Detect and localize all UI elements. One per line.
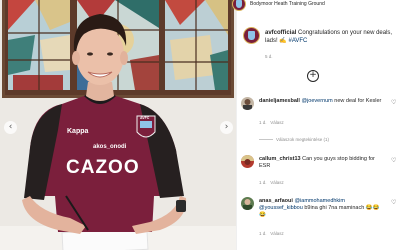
comment-username[interactable]: danieljamesball: [259, 98, 300, 104]
account-avatar[interactable]: [232, 0, 246, 11]
view-replies-text: Válaszok megtekintése (1): [276, 137, 330, 142]
caption-hashtag[interactable]: #AVFC: [288, 38, 307, 44]
comment-meta: 1 d. Válasz: [259, 120, 284, 125]
comment-mention[interactable]: @joevernum: [302, 98, 333, 104]
commenter-avatar[interactable]: [241, 97, 254, 110]
load-more-comments-icon[interactable]: +: [307, 70, 319, 82]
caption-timestamp: 5 d.: [265, 54, 273, 59]
reply-button[interactable]: Válasz: [270, 120, 284, 125]
comment-meta: 1 d. Válasz: [259, 180, 284, 185]
caption-text: avfcofficial Congratulations on your new…: [265, 29, 395, 45]
comment-username[interactable]: callum_christ13: [259, 156, 301, 162]
like-comment-heart-icon[interactable]: ♡: [391, 158, 397, 164]
player-figure: [22, 14, 187, 234]
comment-time: 1 d.: [259, 231, 267, 236]
commenter-avatar[interactable]: [241, 155, 254, 168]
comment-meta: 1 d. Válasz: [259, 231, 284, 236]
comment-mention-2[interactable]: @youssef_kibbou: [259, 205, 303, 211]
like-comment-heart-icon[interactable]: ♡: [391, 100, 397, 106]
commenter-avatar[interactable]: [241, 197, 254, 210]
reply-button[interactable]: Válasz: [270, 180, 284, 185]
comment-time: 1 d.: [259, 180, 267, 185]
post-side-panel: Bodymoor Heath Training Ground avfcoffic…: [232, 0, 400, 250]
like-comment-heart-icon[interactable]: ♡: [391, 200, 397, 206]
comment-text: callum_christ13 Can you guys stop biddin…: [259, 156, 385, 170]
badge-text: AVFC: [140, 116, 150, 120]
caption-avatar[interactable]: [243, 27, 260, 44]
previous-photo-arrow-icon[interactable]: ‹: [4, 121, 17, 134]
comment-mention[interactable]: @iammohamedhkim: [294, 198, 345, 204]
caption-username[interactable]: avfcofficial: [265, 30, 296, 36]
shirt-sponsor: CAZOO: [66, 157, 140, 178]
location-link[interactable]: Bodymoor Heath Training Ground: [250, 1, 325, 7]
comment-text: anas_arfaoui @iammohamedhkim @youssef_ki…: [259, 198, 385, 219]
post-header: Bodymoor Heath Training Ground: [232, 0, 400, 14]
replies-divider: [259, 139, 273, 141]
shirt-sponsor-small: akos_onodi: [93, 144, 127, 150]
comment-text: danieljamesball @joevernum new deal for …: [259, 98, 385, 105]
reply-button[interactable]: Válasz: [270, 231, 284, 236]
next-photo-arrow-icon[interactable]: ›: [220, 121, 233, 134]
comment-username[interactable]: anas_arfaoui: [259, 198, 293, 204]
comment-body: new deal for Kesler: [332, 98, 382, 104]
sleeve-sponsor: Kappa: [67, 128, 89, 135]
comment-time: 1 d.: [259, 120, 267, 125]
post-photo[interactable]: Kappa AVFC akos_onodi CAZOO ‹ ›: [0, 0, 236, 250]
view-replies-link[interactable]: Válaszok megtekintése (1): [259, 137, 329, 142]
instagram-post: Kappa AVFC akos_onodi CAZOO ‹ › Bodymoor…: [0, 0, 400, 250]
